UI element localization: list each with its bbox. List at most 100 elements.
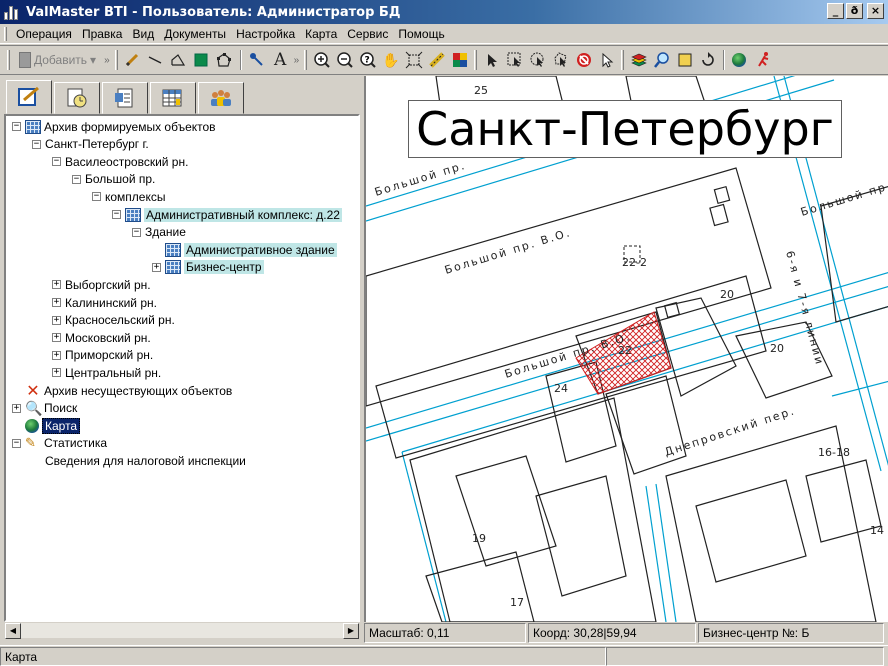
layers-color-button[interactable] xyxy=(448,49,471,72)
menu-edit[interactable]: Правка xyxy=(77,27,128,41)
building-number: 14 xyxy=(870,524,884,537)
rect-tool-button[interactable] xyxy=(190,49,213,72)
map-view[interactable]: Большой пр. В.О. Большой пр. В.О. Большо… xyxy=(364,76,888,622)
tree-item[interactable]: + 🔍 Поиск xyxy=(12,400,77,417)
expand-icon[interactable]: + xyxy=(52,315,61,325)
lasso-select-button[interactable] xyxy=(549,49,572,72)
chevron-more-icon[interactable]: » xyxy=(104,55,110,66)
add-button[interactable]: Добавить ▾ xyxy=(13,52,102,68)
collapse-icon[interactable]: − xyxy=(12,122,21,131)
toolbar-grip[interactable] xyxy=(7,50,10,70)
tree-item[interactable]: Административное здание xyxy=(152,241,337,258)
stop-button[interactable] xyxy=(572,49,595,72)
toolbar-grip-2[interactable] xyxy=(114,50,118,70)
tree-item[interactable]: + Московский рн. xyxy=(52,329,151,346)
layers-icon xyxy=(630,53,647,67)
layers-button[interactable] xyxy=(627,49,650,72)
pan-hand-icon: ✋ xyxy=(381,51,400,68)
collapse-icon[interactable]: − xyxy=(72,174,81,184)
tree-item-label: Санкт-Петербург г. xyxy=(45,137,149,152)
line-tool-button[interactable] xyxy=(144,49,167,72)
frame-button[interactable] xyxy=(673,49,696,72)
tree-item-label: Административное здание xyxy=(184,242,337,257)
toolbar-grip-3[interactable] xyxy=(304,50,308,70)
circle-select-button[interactable] xyxy=(526,49,549,72)
tree-item[interactable]: − Архив формируемых объектов xyxy=(12,118,216,135)
pointer-button[interactable] xyxy=(595,49,618,72)
menu-view[interactable]: Вид xyxy=(127,27,159,41)
object-grid-icon xyxy=(25,119,41,134)
pan-button[interactable]: ✋ xyxy=(379,49,402,72)
globe-button[interactable] xyxy=(729,49,752,72)
tree-item[interactable]: − Василеостровский рн. xyxy=(52,153,188,170)
object-grid-icon xyxy=(165,242,181,257)
tab-history[interactable] xyxy=(54,82,100,114)
menu-help[interactable]: Помощь xyxy=(393,27,449,41)
minimize-button[interactable]: _ xyxy=(827,3,844,19)
run-button[interactable] xyxy=(752,49,775,72)
expand-icon[interactable]: + xyxy=(52,280,61,290)
tab-report[interactable] xyxy=(102,82,148,114)
toolbar-separator-2 xyxy=(723,50,726,70)
tree-item[interactable]: + Бизнес-центр xyxy=(152,259,264,276)
expand-icon[interactable]: + xyxy=(152,262,161,272)
menu-grip[interactable] xyxy=(4,26,7,41)
collapse-icon[interactable]: − xyxy=(12,438,21,448)
zoom-out-button[interactable] xyxy=(333,49,356,72)
refresh-button[interactable] xyxy=(696,49,719,72)
tree-item[interactable]: − Административный комплекс: д.22 xyxy=(112,206,342,223)
find-button[interactable] xyxy=(650,49,673,72)
collapse-icon[interactable]: − xyxy=(32,139,41,149)
collapse-icon[interactable]: − xyxy=(112,210,121,219)
object-tree[interactable]: − Архив формируемых объектов − Санкт-Петерб… xyxy=(4,114,360,622)
tree-item[interactable]: − ✎ Статистика xyxy=(12,435,107,452)
zoom-help-button[interactable]: ? xyxy=(356,49,379,72)
menu-map[interactable]: Карта xyxy=(300,27,342,41)
zoom-in-button[interactable] xyxy=(310,49,333,72)
collapse-icon[interactable]: − xyxy=(92,192,101,202)
zoom-extent-icon xyxy=(405,51,423,69)
delete-x-icon: ✕ xyxy=(26,380,40,400)
expand-icon[interactable]: + xyxy=(52,333,61,343)
expand-icon[interactable]: + xyxy=(12,403,21,413)
tab-table[interactable] xyxy=(150,82,196,114)
tree-item[interactable]: − комплексы xyxy=(92,188,166,205)
text-tool-button[interactable]: A xyxy=(269,49,292,72)
menu-operation[interactable]: Операция xyxy=(11,27,77,41)
menu-service[interactable]: Сервис xyxy=(342,27,393,41)
maximize-button[interactable]: ð xyxy=(846,3,863,19)
toolbar-grip-5[interactable] xyxy=(621,50,625,70)
expand-icon[interactable]: + xyxy=(52,350,61,360)
tree-item[interactable]: Сведения для налоговой инспекции xyxy=(32,452,246,469)
tree-item[interactable]: − Большой пр. xyxy=(72,171,155,188)
close-button[interactable]: × xyxy=(867,3,884,19)
tree-item[interactable]: + Красносельский рн. xyxy=(52,312,175,329)
chevron-down-icon: ▾ xyxy=(90,53,97,67)
tab-users[interactable] xyxy=(198,82,244,114)
rect-select-button[interactable] xyxy=(503,49,526,72)
tree-item[interactable]: + Приморский рн. xyxy=(52,347,153,364)
menu-documents[interactable]: Документы xyxy=(159,27,231,41)
tree-item[interactable]: − Здание xyxy=(132,224,186,241)
zoom-extent-button[interactable] xyxy=(402,49,425,72)
expand-icon[interactable]: + xyxy=(52,298,61,307)
polygon-tool-button[interactable] xyxy=(213,49,236,72)
tab-edit[interactable] xyxy=(6,80,52,114)
tree-item[interactable]: ✕ Архив несуществующих объектов xyxy=(12,382,232,399)
tree-item[interactable]: − Санкт-Петербург г. xyxy=(32,136,149,153)
pencil-tool-button[interactable] xyxy=(121,49,144,72)
collapse-icon[interactable]: − xyxy=(132,227,141,237)
pin-tool-button[interactable] xyxy=(246,49,269,72)
toolbar-grip-4[interactable] xyxy=(474,50,478,70)
polyline-tool-button[interactable] xyxy=(167,49,190,72)
tree-item[interactable]: Карта xyxy=(12,417,81,434)
measure-button[interactable] xyxy=(425,49,448,72)
menu-settings[interactable]: Настройка xyxy=(231,27,300,41)
tree-item[interactable]: + Выборгский рн. xyxy=(52,276,151,293)
collapse-icon[interactable]: − xyxy=(52,157,61,167)
chevron-more-icon-2[interactable]: » xyxy=(294,55,300,66)
tree-item[interactable]: + Центральный рн. xyxy=(52,364,161,381)
tree-item[interactable]: + Калининский рн. xyxy=(52,294,157,311)
expand-icon[interactable]: + xyxy=(52,368,61,378)
arrow-select-button[interactable] xyxy=(480,49,503,72)
